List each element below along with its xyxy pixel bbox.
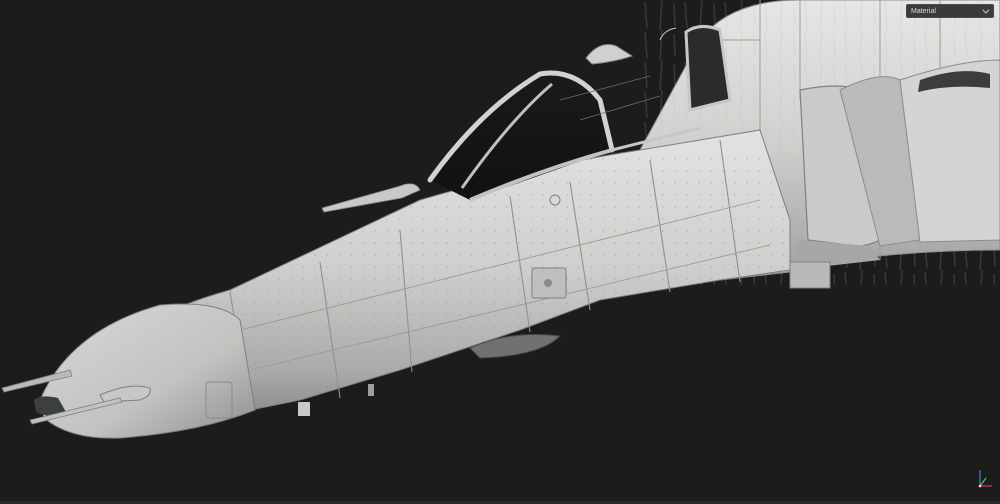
chevron-down-icon [982,6,990,14]
shading-mode-label: Material [911,7,936,15]
3d-viewport[interactable]: Material [0,0,1000,504]
axis-y-line [979,477,987,487]
detached-canopy-part [585,44,634,65]
shading-mode-dropdown[interactable]: Material [906,4,994,18]
aircraft-model-render[interactable] [0,0,1000,504]
axis-gizmo-icon[interactable] [972,464,996,492]
